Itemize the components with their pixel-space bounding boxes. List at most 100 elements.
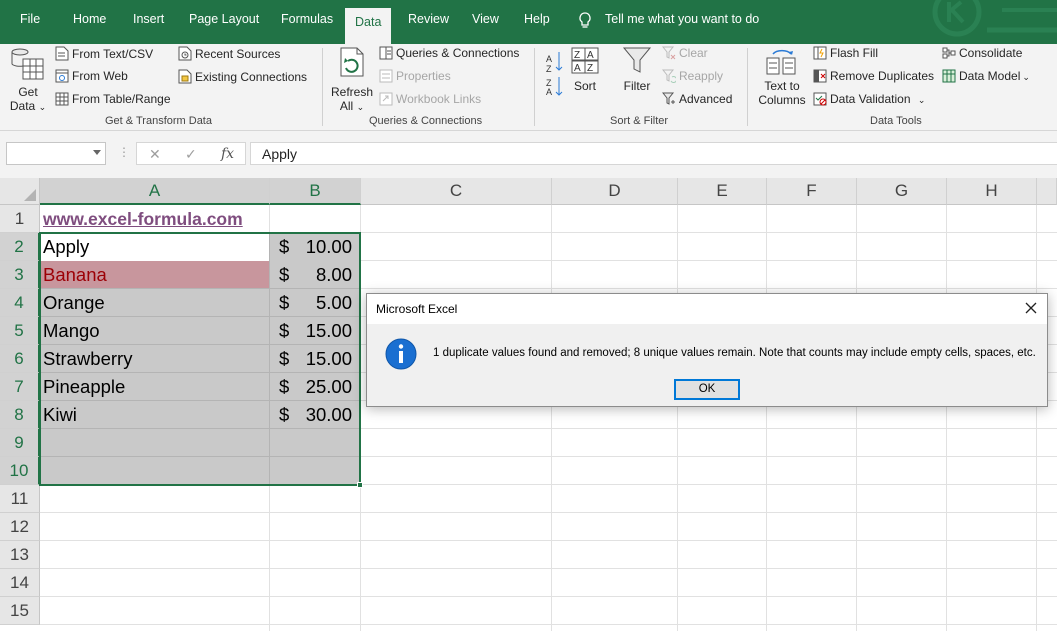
cancel-icon[interactable]: ✕ xyxy=(149,146,161,163)
existing-connections-icon xyxy=(178,69,192,84)
remove-duplicates-icon xyxy=(813,69,827,83)
svg-text:A: A xyxy=(546,87,552,96)
row-header-10[interactable]: 10 xyxy=(0,457,40,485)
row-header-4[interactable]: 4 xyxy=(0,289,40,317)
advanced-filter-button[interactable]: Advanced xyxy=(662,92,732,106)
select-all-button[interactable] xyxy=(0,178,40,205)
reapply-label: Reapply xyxy=(679,69,724,83)
dialog-titlebar[interactable]: Microsoft Excel xyxy=(367,294,1047,324)
row-header-11[interactable]: 11 xyxy=(0,485,40,513)
recent-sources-button[interactable]: Recent Sources xyxy=(178,46,280,61)
row-header-9[interactable]: 9 xyxy=(0,429,40,457)
enter-check-icon[interactable]: ✓ xyxy=(185,146,197,163)
fill-handle[interactable] xyxy=(357,482,363,488)
svg-text:A: A xyxy=(587,50,594,61)
close-icon[interactable] xyxy=(1024,301,1038,315)
clear-filter-button[interactable]: Clear xyxy=(662,46,708,60)
insert-function-icon[interactable]: fx xyxy=(221,146,234,162)
get-data-button[interactable]: Get Data ⌄ xyxy=(6,46,50,114)
column-header-a[interactable]: A xyxy=(40,178,270,205)
data-model-button[interactable]: Data Model ⌄ xyxy=(942,69,1030,83)
formula-bar-grip-icon: ⋮ xyxy=(118,145,130,159)
data-validation-icon xyxy=(813,92,827,106)
consolidate-button[interactable]: Consolidate xyxy=(942,46,1022,60)
row-header-7[interactable]: 7 xyxy=(0,373,40,401)
queries-connections-button[interactable]: Queries & Connections xyxy=(379,46,519,60)
reapply-button[interactable]: Reapply xyxy=(662,69,723,83)
row-header-8[interactable]: 8 xyxy=(0,401,40,429)
flash-fill-button[interactable]: Flash Fill xyxy=(813,46,878,60)
tab-file[interactable]: File xyxy=(20,12,40,26)
ribbon-tab-bar: File Home Insert Page Layout Formulas Da… xyxy=(0,0,1057,44)
flash-fill-label: Flash Fill xyxy=(830,46,879,60)
sort-label: Sort xyxy=(573,79,596,93)
tab-formulas[interactable]: Formulas xyxy=(281,12,333,26)
from-web-label: From Web xyxy=(72,69,128,83)
from-web-button[interactable]: From Web xyxy=(55,69,128,83)
column-header-b[interactable]: B xyxy=(270,178,361,205)
from-table-range-button[interactable]: From Table/Range xyxy=(55,92,171,106)
refresh-label-1: Refresh xyxy=(330,85,374,99)
sort-a-z-icon[interactable]: A Z Z A xyxy=(545,50,565,96)
queries-connections-label: Queries & Connections xyxy=(396,46,520,60)
row-header-3[interactable]: 3 xyxy=(0,261,40,289)
column-header-next[interactable] xyxy=(1037,178,1057,205)
svg-text:A: A xyxy=(574,63,581,74)
clear-label: Clear xyxy=(679,46,708,60)
workbook-links-icon xyxy=(379,92,393,106)
formula-input[interactable]: Apply xyxy=(250,142,1057,165)
column-header-h[interactable]: H xyxy=(947,178,1037,205)
column-header-f[interactable]: F xyxy=(767,178,857,205)
filter-button[interactable]: Filter xyxy=(619,46,655,93)
tab-help[interactable]: Help xyxy=(524,12,550,26)
gridline xyxy=(40,624,1057,625)
advanced-filter-icon xyxy=(662,92,675,105)
row-header-15[interactable]: 15 xyxy=(0,597,40,625)
chevron-down-icon[interactable] xyxy=(93,150,101,155)
row-header-14[interactable]: 14 xyxy=(0,569,40,597)
properties-button[interactable]: Properties xyxy=(379,69,451,83)
ok-button[interactable]: OK xyxy=(674,379,740,400)
gridline xyxy=(40,568,1057,569)
refresh-all-button[interactable]: Refresh All ⌄ xyxy=(330,46,374,114)
workbook-links-button[interactable]: Workbook Links xyxy=(379,92,481,106)
row-header-2[interactable]: 2 xyxy=(0,233,40,261)
sort-button[interactable]: Z A A Z Sort xyxy=(568,46,602,93)
text-to-columns-label-2: Columns xyxy=(758,93,806,107)
text-to-columns-button[interactable]: Text to Columns xyxy=(754,46,810,107)
column-header-e[interactable]: E xyxy=(678,178,767,205)
gridline xyxy=(40,596,1057,597)
from-text-csv-button[interactable]: From Text/CSV xyxy=(55,46,153,61)
group-separator xyxy=(322,48,323,126)
tab-view[interactable]: View xyxy=(472,12,499,26)
row-header-12[interactable]: 12 xyxy=(0,513,40,541)
website-link[interactable]: www.excel-formula.com xyxy=(43,209,243,229)
gridline xyxy=(40,512,1057,513)
remove-duplicates-button[interactable]: Remove Duplicates xyxy=(813,69,934,83)
filter-funnel-icon xyxy=(622,47,652,73)
row-header-5[interactable]: 5 xyxy=(0,317,40,345)
data-validation-button[interactable]: Data Validation ⌄ xyxy=(813,92,925,106)
data-model-icon xyxy=(942,69,956,83)
get-data-label-1: Get xyxy=(18,85,38,99)
cell-a1[interactable]: www.excel-formula.com xyxy=(43,205,268,230)
data-model-label: Data Model xyxy=(959,69,1021,83)
svg-text:Z: Z xyxy=(574,50,580,61)
name-box[interactable] xyxy=(6,142,106,165)
row-header-6[interactable]: 6 xyxy=(0,345,40,373)
text-file-icon xyxy=(55,46,69,61)
tab-review[interactable]: Review xyxy=(408,12,449,26)
reapply-icon xyxy=(662,69,676,83)
tab-home[interactable]: Home xyxy=(73,12,106,26)
existing-connections-button[interactable]: Existing Connections xyxy=(178,69,307,84)
row-header-13[interactable]: 13 xyxy=(0,541,40,569)
decorative-pattern-icon xyxy=(932,0,1057,37)
tab-insert[interactable]: Insert xyxy=(133,12,164,26)
row-header-1[interactable]: 1 xyxy=(0,205,40,233)
tab-data[interactable]: Data xyxy=(345,8,392,44)
tab-page-layout[interactable]: Page Layout xyxy=(189,12,259,26)
column-header-d[interactable]: D xyxy=(552,178,678,205)
column-header-g[interactable]: G xyxy=(857,178,947,205)
tell-me-search[interactable]: Tell me what you want to do xyxy=(578,12,759,28)
column-header-c[interactable]: C xyxy=(361,178,552,205)
